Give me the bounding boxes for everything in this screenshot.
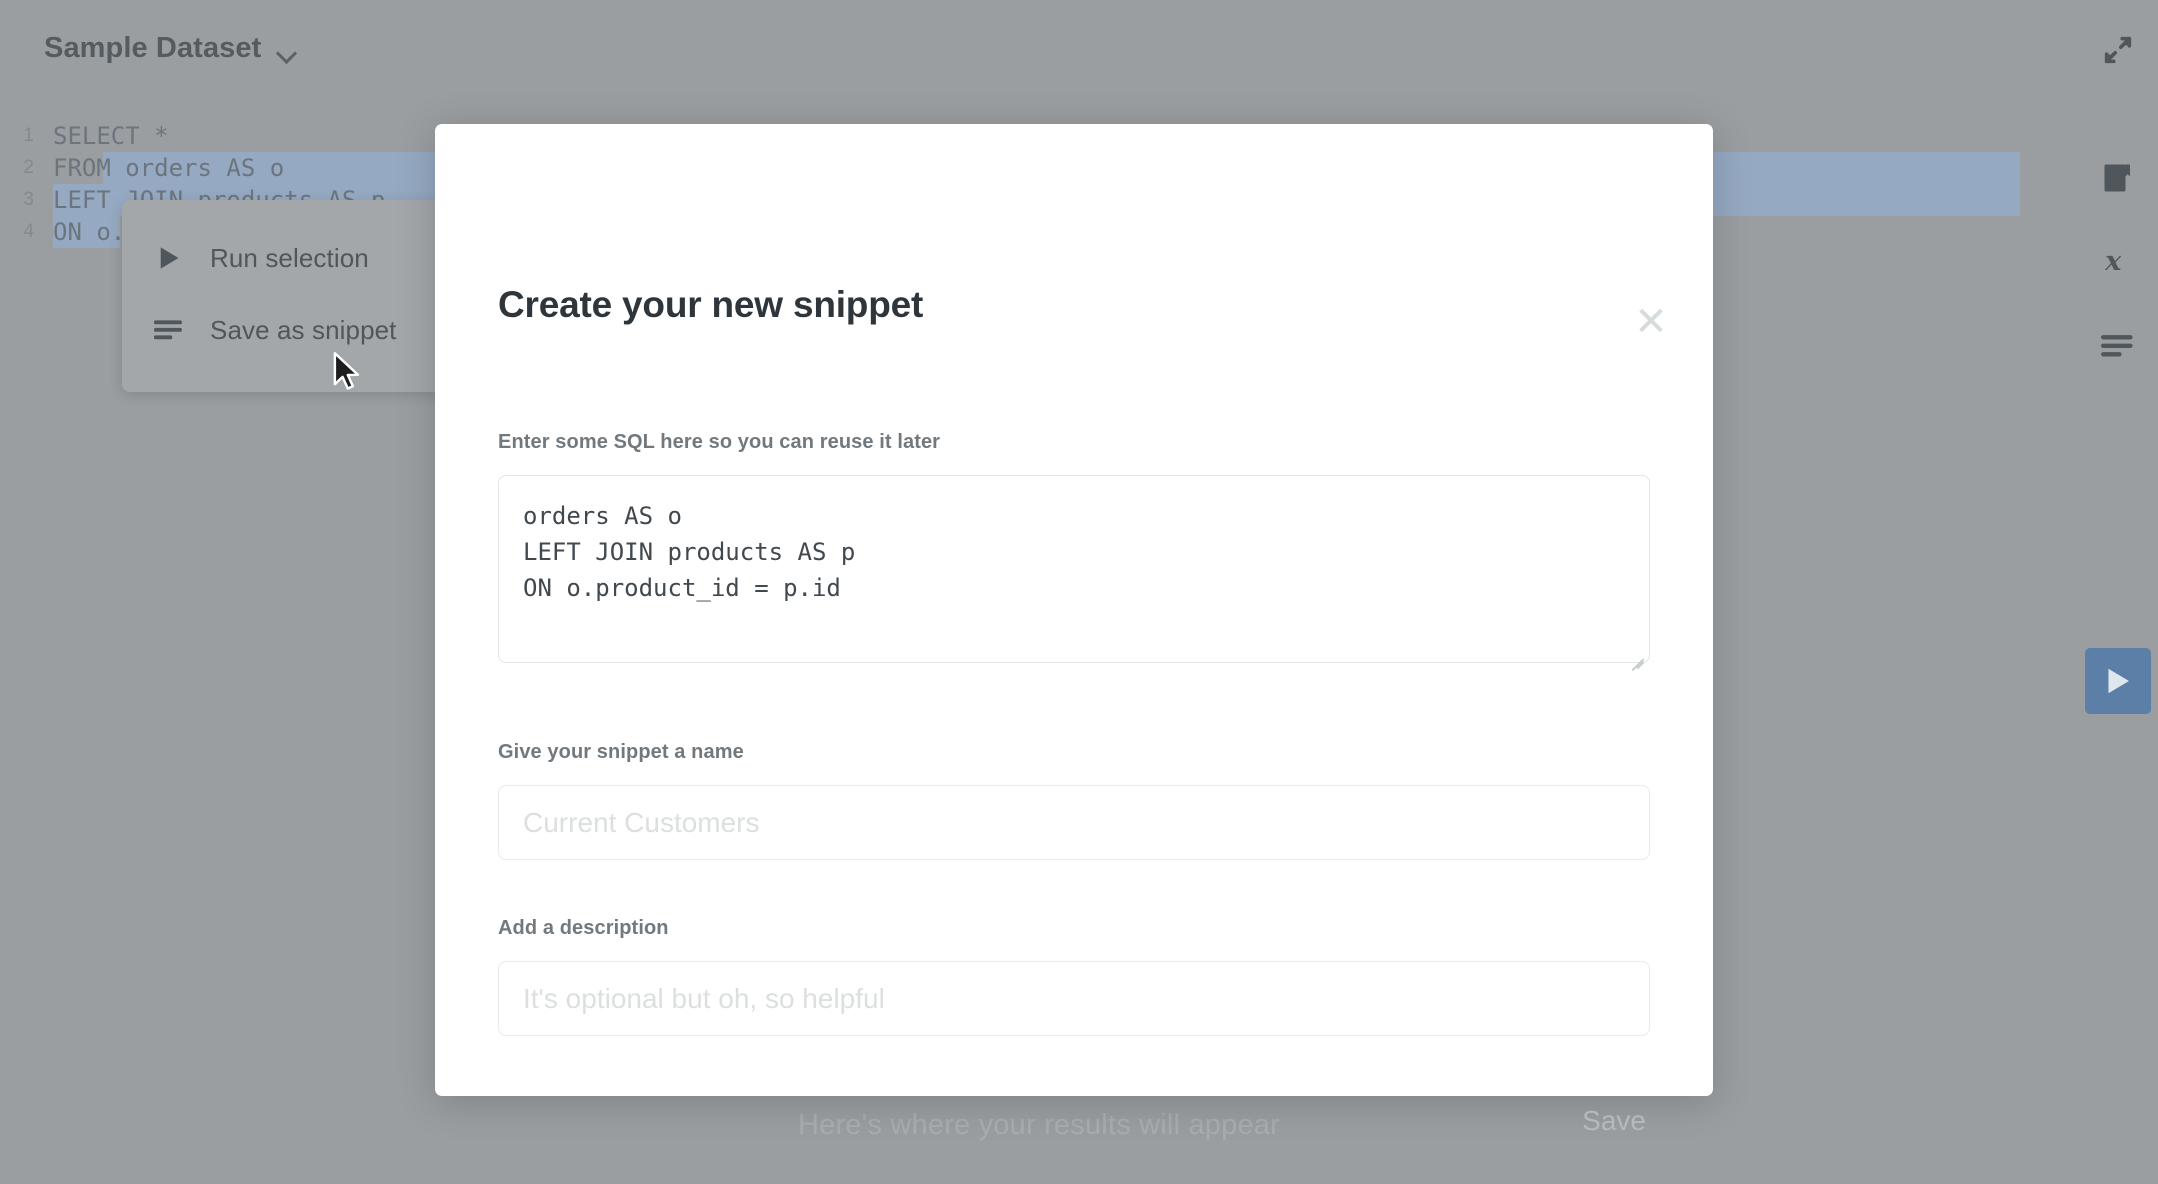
create-snippet-modal: Create your new snippet ✕ Enter some SQL… [435, 124, 1713, 1096]
description-field-group: Add a description [498, 917, 1650, 1036]
name-field-label: Give your snippet a name [498, 741, 1650, 764]
sql-field-label: Enter some SQL here so you can reuse it … [498, 431, 1650, 454]
name-field-group: Give your snippet a name [498, 741, 1650, 860]
description-field-label: Add a description [498, 917, 1650, 940]
save-button[interactable]: Save [1578, 1099, 1650, 1143]
snippet-description-input[interactable] [498, 961, 1650, 1036]
modal-overlay: Create your new snippet ✕ Enter some SQL… [0, 0, 2158, 1184]
modal-title: Create your new snippet [498, 284, 923, 326]
sql-field-group: Enter some SQL here so you can reuse it … [498, 431, 1650, 668]
snippet-name-input[interactable] [498, 785, 1650, 860]
close-icon[interactable]: ✕ [1631, 302, 1671, 342]
snippet-sql-textarea[interactable] [498, 475, 1650, 663]
